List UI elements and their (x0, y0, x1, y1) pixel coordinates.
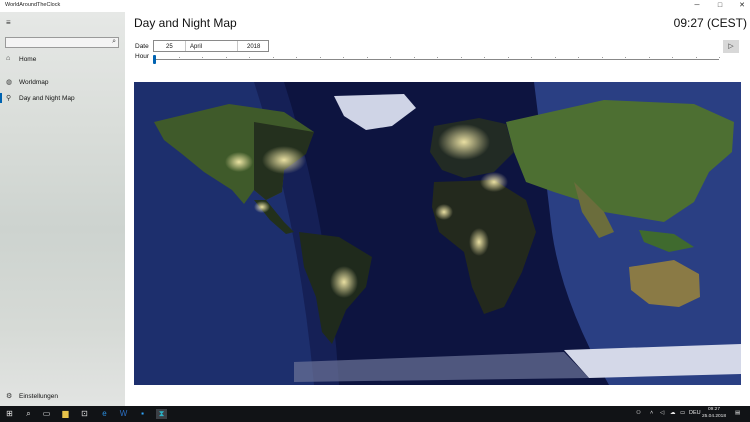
nav-item-label: Worldmap (19, 78, 49, 86)
hour-tick (225, 57, 227, 58)
search-input[interactable]: ⌕ (5, 37, 119, 48)
speaker-icon[interactable]: ◁ (660, 410, 664, 416)
hour-tick (578, 57, 579, 58)
hour-tick (296, 57, 297, 58)
minimize-button[interactable]: ─ (690, 1, 704, 11)
hour-tick (437, 57, 438, 58)
nav-item-day-and-night-map[interactable]: ⚲ Day and Night Map (0, 91, 125, 105)
hour-tick (413, 57, 415, 58)
globe-icon: ◍ (6, 79, 13, 86)
nav-item-worldmap[interactable]: ◍ Worldmap (0, 75, 125, 89)
gear-icon: ⚙ (6, 393, 13, 400)
hour-tick (484, 57, 485, 58)
navigation-pane: ≡ ⌕ ⌂ Home ◍ Worldmap ⚲ Day and Night Ma… (0, 12, 125, 406)
keyboard-language[interactable]: DEU (689, 410, 701, 416)
hour-tick (531, 57, 532, 58)
nav-item-label: Day and Night Map (19, 94, 75, 102)
main-content: Day and Night Map 09:27 (CEST) Date 25 A… (125, 12, 750, 406)
hour-tick (178, 57, 180, 58)
date-label: Date (135, 43, 149, 50)
hour-tick (601, 57, 603, 58)
hour-tick (202, 57, 203, 58)
hour-tick (719, 57, 720, 58)
task-view-icon[interactable]: ▭ (41, 409, 52, 419)
network-icon[interactable]: ☁ (670, 410, 676, 416)
nav-item-label: Einstellungen (19, 392, 59, 400)
date-divider (185, 41, 186, 51)
hour-tick (625, 57, 626, 58)
word-icon[interactable]: W (118, 409, 129, 419)
page-title: Day and Night Map (134, 16, 237, 30)
map-image (134, 82, 741, 385)
hour-label: Hour (135, 53, 150, 60)
chevron-up-icon[interactable]: ˄ (650, 410, 653, 416)
date-day[interactable]: 25 (166, 44, 173, 50)
hour-tick (460, 57, 462, 58)
nav-item-label: Home (19, 55, 37, 63)
search-icon[interactable]: ⌕ (112, 38, 116, 46)
hour-slider-track[interactable] (155, 59, 719, 60)
hour-tick (366, 57, 368, 58)
notifications-icon[interactable]: ▤ (735, 410, 740, 416)
close-button[interactable]: ✕ (735, 1, 749, 11)
search-icon[interactable]: ⌕ (23, 409, 34, 419)
clock-display: 09:27 (CEST) (673, 16, 747, 30)
app-icon[interactable]: ⧗ (156, 409, 167, 419)
people-icon[interactable]: ⚇ (636, 410, 641, 416)
date-divider (237, 41, 238, 51)
hour-tick (343, 57, 344, 58)
window-title: WorldAroundTheClock (5, 2, 61, 8)
hour-tick (672, 57, 673, 58)
title-bar: WorldAroundTheClock ─ □ ✕ (0, 0, 750, 12)
hour-tick (249, 57, 250, 58)
photoshop-icon[interactable]: ▪ (137, 409, 148, 419)
hour-tick (319, 57, 321, 58)
hour-tick (648, 57, 650, 58)
person-pin-icon: ⚲ (6, 95, 12, 102)
taskbar: ⊞ ⌕ ▭ ▆ ⊡ e W ▪ ⧗ ⚇ ˄ ◁ ☁ ▭ DEU 09:27 25… (0, 406, 750, 422)
date-year[interactable]: 2018 (247, 44, 260, 50)
maximize-button[interactable]: □ (713, 1, 727, 11)
hour-tick (695, 57, 697, 58)
hamburger-menu-icon[interactable]: ≡ (6, 18, 11, 27)
hour-tick (272, 57, 274, 58)
store-icon[interactable]: ⊡ (79, 409, 90, 419)
selection-indicator (0, 93, 2, 103)
hour-tick (507, 57, 509, 58)
battery-icon[interactable]: ▭ (680, 410, 685, 416)
file-explorer-icon[interactable]: ▆ (60, 409, 71, 419)
home-icon: ⌂ (6, 55, 11, 62)
date-month[interactable]: April (190, 44, 202, 50)
play-button[interactable]: ▷ (723, 40, 739, 53)
nav-item-home[interactable]: ⌂ Home (0, 52, 125, 66)
day-night-map (134, 82, 741, 385)
nav-item-settings[interactable]: ⚙ Einstellungen (0, 389, 125, 403)
taskbar-clock[interactable]: 09:27 25.04.2018 (700, 407, 728, 420)
hour-tick (390, 57, 391, 58)
hour-slider-thumb[interactable] (153, 55, 156, 64)
taskbar-date: 25.04.2018 (701, 413, 726, 419)
edge-icon[interactable]: e (99, 409, 110, 419)
start-icon[interactable]: ⊞ (4, 409, 15, 419)
hour-tick (554, 57, 556, 58)
date-picker[interactable]: 25 April 2018 (153, 40, 269, 52)
